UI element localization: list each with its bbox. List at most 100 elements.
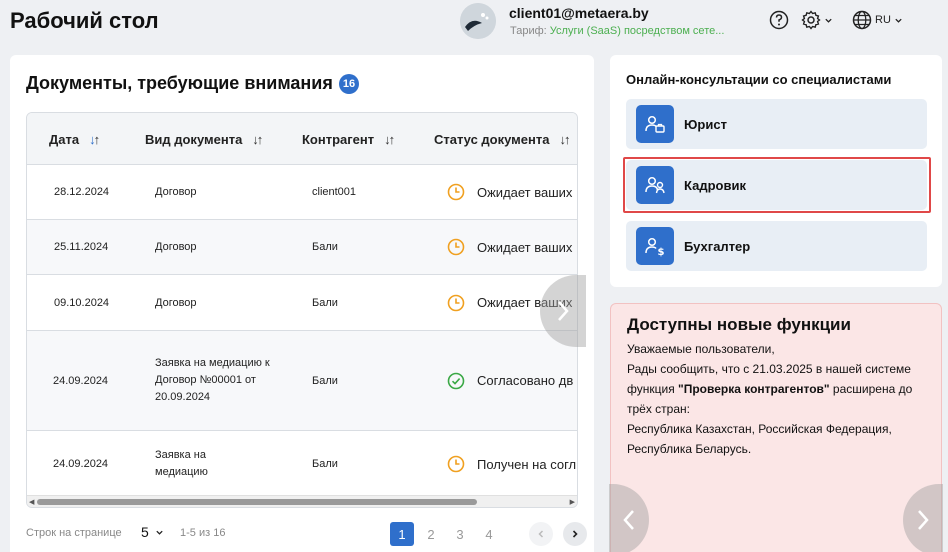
rows-per-page-value: 5 xyxy=(141,524,149,540)
page-button[interactable]: 3 xyxy=(448,522,472,546)
cell-doc-type: Заявка на медиацию xyxy=(155,449,208,478)
column-header-doc-type[interactable]: Вид документа ↓↑ xyxy=(145,113,263,165)
documents-table: Дата ↓↑ Вид документа ↓↑ Контрагент ↓↑ С… xyxy=(26,112,578,508)
news-highlight: "Проверка контрагентов" xyxy=(678,382,830,396)
table-row[interactable]: 28.12.2024 Договор client001 Ожидает ваш… xyxy=(27,165,577,220)
cell-status: Ожидает ваших xyxy=(447,220,572,274)
cell-doc-type: Договор xyxy=(155,241,197,253)
documents-count-badge: 16 xyxy=(338,73,360,94)
news-next-button[interactable] xyxy=(903,484,943,552)
news-greeting: Уважаемые пользователи, xyxy=(627,342,775,356)
cell-date: 24.09.2024 xyxy=(53,458,109,470)
consultations-title: Онлайн-консультации со специалистами xyxy=(626,72,892,87)
chevron-right-icon xyxy=(918,510,929,530)
cell-status: Согласовано дв xyxy=(447,331,573,430)
news-countries: Республика Казахстан, Российская Федерац… xyxy=(627,422,892,456)
gear-icon xyxy=(801,10,821,30)
cell-doc-type: Заявка на медиацию к Договор №00001 от 2… xyxy=(155,357,270,403)
status-text: Ожидает ваших xyxy=(477,184,573,200)
cell-doc-type: Договор xyxy=(155,296,197,309)
page-button[interactable]: 2 xyxy=(419,522,443,546)
chevron-down-icon xyxy=(156,530,163,535)
documents-card: Документы, требующие внимания 16 Дата ↓↑… xyxy=(10,55,594,552)
news-title: Доступны новые функции xyxy=(627,315,851,334)
scrollbar-thumb[interactable] xyxy=(37,499,477,505)
company-logo-icon xyxy=(460,3,496,39)
chevron-right-icon xyxy=(572,530,578,538)
consult-item-label: Юрист xyxy=(684,116,727,132)
user-plan: Тариф: Услуги (SaaS) посредством сете... xyxy=(510,25,724,37)
news-body: Уважаемые пользователи, Рады сообщить, ч… xyxy=(627,339,931,459)
clock-icon xyxy=(447,294,465,311)
cell-status: Получен на согл xyxy=(447,431,576,497)
table-row[interactable]: 24.09.2024 Заявка на медиацию к Договор … xyxy=(27,331,577,431)
consult-item-accountant[interactable]: $ Бухгалтер xyxy=(626,221,927,271)
sort-icon[interactable]: ↓↑ xyxy=(559,132,570,147)
next-page-button[interactable] xyxy=(563,522,587,546)
table-row[interactable]: 25.11.2024 Договор Бали Ожидает ваших xyxy=(27,220,577,275)
pagination: Строк на странице 5 1-5 из 16 1 2 3 4 xyxy=(26,521,587,547)
column-header-counterparty[interactable]: Контрагент ↓↑ xyxy=(302,113,395,165)
sort-icon[interactable]: ↓↑ xyxy=(252,132,263,147)
column-label: Контрагент xyxy=(302,131,375,147)
table-header: Дата ↓↑ Вид документа ↓↑ Контрагент ↓↑ С… xyxy=(27,113,577,165)
lawyer-icon xyxy=(636,105,674,143)
scroll-right-icon[interactable]: ▶ xyxy=(570,498,575,506)
chevron-left-icon xyxy=(623,510,634,530)
pagination-range: 1-5 из 16 xyxy=(180,527,226,539)
scroll-left-icon[interactable]: ◀ xyxy=(29,498,34,506)
news-prev-button[interactable] xyxy=(609,484,649,552)
status-text: Согласовано дв xyxy=(477,373,574,388)
column-header-date[interactable]: Дата ↓↑ xyxy=(49,113,100,165)
rows-per-page-label: Строк на странице xyxy=(26,527,122,539)
cell-status: Ожидает ваших xyxy=(447,165,572,219)
table-row[interactable]: 24.09.2024 Заявка на медиацию Бали Получ… xyxy=(27,431,577,497)
sort-icon[interactable]: ↓↑ xyxy=(384,132,395,147)
table-row[interactable]: 09.10.2024 Договор Бали Ожидает ваших xyxy=(27,275,577,331)
clock-icon xyxy=(447,238,465,256)
page-title: Рабочий стол xyxy=(10,8,159,33)
user-email[interactable]: client01@metaera.by xyxy=(509,5,649,21)
sort-icon[interactable]: ↓↑ xyxy=(89,132,100,147)
cell-counterparty: Бали xyxy=(312,374,338,387)
consult-item-label: Бухгалтер xyxy=(684,238,751,254)
avatar[interactable] xyxy=(460,3,496,39)
cell-counterparty: Бали xyxy=(312,241,338,253)
documents-title-text: Документы, требующие внимания xyxy=(26,73,333,93)
chevron-down-icon xyxy=(895,18,902,23)
news-text: Рады сообщить, что с 21.03.2025 в нашей … xyxy=(627,359,931,419)
language-label: RU xyxy=(875,14,891,26)
cell-date: 09.10.2024 xyxy=(54,296,110,309)
plan-label: Тариф: xyxy=(510,25,547,37)
column-label: Статус документа xyxy=(434,131,550,147)
globe-icon xyxy=(852,10,872,30)
settings-button[interactable] xyxy=(801,9,833,31)
consult-item-lawyer[interactable]: Юрист xyxy=(626,99,927,149)
chevron-left-icon xyxy=(538,530,544,538)
language-selector[interactable]: RU xyxy=(852,9,903,31)
status-text: Ожидает ваших xyxy=(477,239,573,255)
help-icon xyxy=(769,10,789,30)
cell-date: 25.11.2024 xyxy=(54,241,109,253)
column-header-status[interactable]: Статус документа ↓↑ xyxy=(434,113,570,165)
clock-icon xyxy=(447,455,465,473)
documents-title: Документы, требующие внимания 16 xyxy=(26,73,360,94)
cell-date: 24.09.2024 xyxy=(53,374,109,387)
news-card: Доступны новые функции Уважаемые пользов… xyxy=(609,303,943,552)
cell-counterparty: client001 xyxy=(312,186,357,198)
horizontal-scrollbar[interactable]: ◀ ▶ xyxy=(27,495,577,507)
page-button[interactable]: 4 xyxy=(477,522,501,546)
status-text: Получен на согл xyxy=(477,456,577,472)
column-label: Дата xyxy=(49,131,80,147)
rows-per-page-select[interactable]: 5 xyxy=(141,524,164,540)
help-button[interactable] xyxy=(769,9,789,31)
accountant-icon: $ xyxy=(636,227,674,265)
plan-value[interactable]: Услуги (SaaS) посредством сете... xyxy=(550,25,725,37)
selection-highlight xyxy=(623,157,931,213)
prev-page-button[interactable] xyxy=(529,522,553,546)
check-circle-icon xyxy=(447,372,465,389)
cell-counterparty: Бали xyxy=(312,458,338,470)
svg-text:$: $ xyxy=(658,247,665,257)
cell-counterparty: Бали xyxy=(312,296,338,309)
page-button[interactable]: 1 xyxy=(390,522,414,546)
